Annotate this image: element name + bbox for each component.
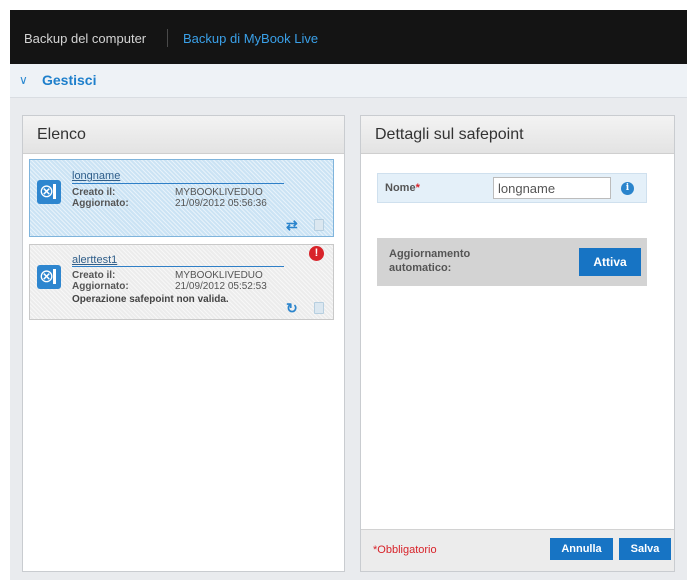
created-label: Creato il: — [72, 187, 116, 198]
update-icon[interactable]: ⇄ — [286, 217, 298, 234]
safepoint-name[interactable]: alerttest1 — [72, 254, 117, 266]
trash-icon[interactable] — [314, 302, 324, 314]
safepoint-item-longname[interactable]: ⊗ longname Creato il: MYBOOKLIVEDUO Aggi… — [29, 159, 334, 237]
list-panel-title: Elenco — [23, 116, 344, 154]
error-message: Operazione safepoint non valida. — [72, 294, 229, 305]
save-button[interactable]: Salva — [619, 538, 671, 560]
tab-backup-mybook-live[interactable]: Backup di MyBook Live — [183, 31, 318, 46]
tab-separator — [167, 29, 168, 47]
required-asterisk: * — [415, 182, 420, 194]
safepoint-item-alerttest1[interactable]: ! ⊗ alerttest1 Creato il: MYBOOKLIVEDUO … — [29, 244, 334, 320]
name-label: Nome* — [385, 182, 420, 194]
divider — [72, 266, 284, 267]
retry-icon[interactable]: ↻ — [286, 300, 298, 317]
top-nav-bar: Backup del computer Backup di MyBook Liv… — [10, 10, 687, 64]
gestisci-label: Gestisci — [42, 72, 97, 88]
updated-label: Aggiornato: — [72, 281, 129, 292]
trash-icon[interactable] — [314, 219, 324, 231]
created-value: MYBOOKLIVEDUO — [175, 187, 263, 198]
name-field-row: Nome* i — [377, 173, 647, 203]
chevron-down-icon: ∨ — [19, 73, 28, 87]
info-icon[interactable]: i — [621, 182, 634, 195]
tab-backup-computer[interactable]: Backup del computer — [24, 31, 146, 46]
cancel-button[interactable]: Annulla — [550, 538, 613, 560]
updated-value: 21/09/2012 05:56:36 — [175, 198, 267, 209]
created-label: Creato il: — [72, 270, 116, 281]
enable-auto-update-button[interactable]: Attiva — [579, 248, 641, 276]
updated-label: Aggiornato: — [72, 198, 129, 209]
created-value: MYBOOKLIVEDUO — [175, 270, 263, 281]
details-panel-title: Dettagli sul safepoint — [361, 116, 674, 154]
details-footer: *Obbligatorio Annulla Salva — [361, 529, 674, 571]
required-note: *Obbligatorio — [373, 544, 437, 556]
name-input[interactable] — [493, 177, 611, 199]
safepoint-icon: ⊗ — [37, 265, 61, 289]
auto-update-row: Aggiornamento automatico: Attiva — [377, 238, 647, 286]
gestisci-section-header[interactable]: ∨ Gestisci — [10, 64, 687, 98]
auto-update-label: Aggiornamento automatico: — [389, 248, 471, 274]
list-panel: Elenco ⊗ longname Creato il: MYBOOKLIVED… — [22, 115, 345, 572]
details-panel: Dettagli sul safepoint Nome* i Aggiornam… — [360, 115, 675, 572]
alert-icon: ! — [309, 246, 324, 261]
updated-value: 21/09/2012 05:52:53 — [175, 281, 267, 292]
safepoint-name[interactable]: longname — [72, 170, 120, 182]
safepoint-icon: ⊗ — [37, 180, 61, 204]
divider — [72, 183, 284, 184]
